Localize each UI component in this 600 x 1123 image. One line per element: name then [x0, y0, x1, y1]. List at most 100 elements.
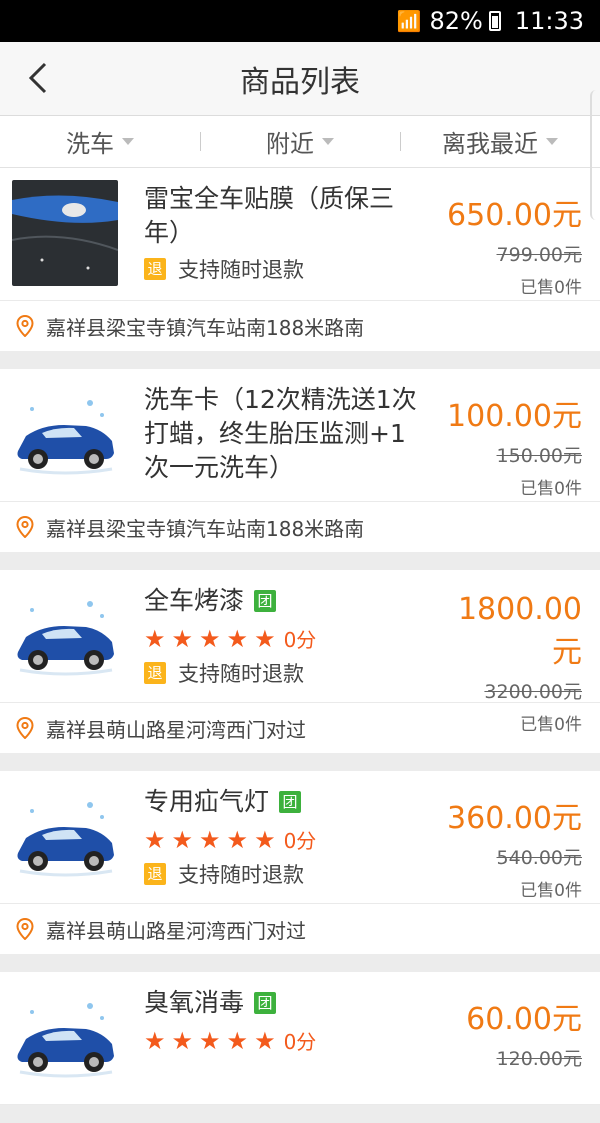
product-main[interactable]: 臭氧消毒团 ★★★★★ 0分 60.00元 120.00元: [0, 972, 600, 1105]
product-name-text: 专用疝气灯: [144, 787, 270, 816]
caret-down-icon: [122, 138, 134, 145]
product-main[interactable]: 洗车卡（12次精洗送1次打蜡，终生胎压监测+1次一元洗车） 100.00元 15…: [0, 369, 600, 502]
product-name-text: 洗车卡（12次精洗送1次打蜡，终生胎压监测+1次一元洗车）: [144, 385, 417, 482]
car-image-icon: [12, 783, 118, 889]
refund-badge: 退: [144, 863, 166, 885]
current-price: 360.00元: [447, 801, 582, 836]
product-info: 洗车卡（12次精洗送1次打蜡，终生胎压监测+1次一元洗车）: [118, 369, 430, 501]
caret-down-icon: [546, 138, 558, 145]
caret-down-icon: [322, 138, 334, 145]
refund-policy: 退 支持随时退款: [144, 254, 430, 284]
group-buy-badge: 团: [254, 992, 277, 1014]
refund-policy: 退 支持随时退款: [144, 658, 430, 688]
product-name-text: 雷宝全车贴膜（质保三年）: [144, 184, 395, 247]
back-button[interactable]: [18, 58, 58, 98]
wifi-icon: 📶: [396, 9, 422, 33]
chevron-left-icon: [28, 62, 47, 94]
product-name: 臭氧消毒团: [144, 986, 430, 1020]
filter-sort[interactable]: 离我最近: [400, 124, 600, 159]
product-card[interactable]: 全车烤漆团 ★★★★★ 0分 退 支持随时退款 1800.00元 3200.00元…: [0, 570, 600, 753]
original-price: 150.00元: [496, 445, 582, 467]
refund-text: 支持随时退款: [178, 258, 304, 282]
clock: 11:33: [514, 7, 584, 35]
filter-label: 附近: [266, 130, 314, 158]
battery-icon: [488, 11, 501, 31]
refund-text: 支持随时退款: [178, 662, 304, 686]
price-block: 650.00元 799.00元 已售0件: [430, 168, 600, 300]
star-icons: ★★★★★: [144, 625, 282, 653]
product-name: 雷宝全车贴膜（质保三年）: [144, 182, 430, 250]
original-price: 3200.00元: [484, 681, 582, 703]
address-text: 嘉祥县萌山路星河湾西门对过: [46, 918, 306, 943]
product-card[interactable]: 臭氧消毒团 ★★★★★ 0分 60.00元 120.00元: [0, 972, 600, 1105]
price-block: 360.00元 540.00元 已售0件: [430, 771, 600, 903]
filter-label: 洗车: [66, 130, 114, 158]
filter-bar: 洗车 附近 离我最近: [0, 116, 600, 168]
product-list: 雷宝全车贴膜（质保三年） 退 支持随时退款 650.00元 799.00元 已售…: [0, 168, 600, 1123]
page-title: 商品列表: [240, 64, 360, 100]
car-image-icon: [12, 984, 118, 1090]
star-icons: ★★★★★: [144, 1027, 282, 1055]
location-pin-icon: [16, 717, 34, 739]
product-info: 雷宝全车贴膜（质保三年） 退 支持随时退款: [118, 168, 430, 300]
original-price: 799.00元: [496, 244, 582, 266]
current-price: 1800.00元: [457, 592, 582, 670]
rating-stars: ★★★★★ 0分: [144, 624, 430, 654]
product-thumbnail: [12, 381, 118, 487]
film-image-icon: [12, 180, 118, 286]
address-text: 嘉祥县梁宝寺镇汽车站南188米路南: [46, 315, 365, 340]
current-price: 60.00元: [466, 1002, 582, 1037]
product-main[interactable]: 雷宝全车贴膜（质保三年） 退 支持随时退款 650.00元 799.00元 已售…: [0, 168, 600, 301]
rating-score: 0分: [283, 628, 317, 652]
filter-category[interactable]: 洗车: [0, 124, 200, 159]
product-thumbnail: [12, 180, 118, 286]
product-name: 专用疝气灯团: [144, 785, 430, 819]
current-price: 100.00元: [447, 399, 582, 434]
price-block: 100.00元 150.00元 已售0件: [430, 369, 600, 501]
address-text: 嘉祥县萌山路星河湾西门对过: [46, 717, 306, 742]
product-thumbnail: [12, 582, 118, 688]
product-thumbnail: [12, 984, 118, 1090]
price-block: 60.00元 120.00元: [430, 972, 600, 1104]
product-card[interactable]: 洗车卡（12次精洗送1次打蜡，终生胎压监测+1次一元洗车） 100.00元 15…: [0, 369, 600, 552]
address-row[interactable]: 嘉祥县萌山路星河湾西门对过: [0, 904, 600, 954]
refund-policy: 退 支持随时退款: [144, 859, 430, 889]
filter-area[interactable]: 附近: [200, 124, 400, 159]
location-pin-icon: [16, 315, 34, 337]
sold-count: 已售0件: [520, 479, 582, 499]
product-card[interactable]: 雷宝全车贴膜（质保三年） 退 支持随时退款 650.00元 799.00元 已售…: [0, 168, 600, 351]
product-info: 臭氧消毒团 ★★★★★ 0分: [118, 972, 430, 1104]
rating-stars: ★★★★★ 0分: [144, 1026, 430, 1056]
address-row[interactable]: 嘉祥县梁宝寺镇汽车站南188米路南: [0, 502, 600, 552]
rating-score: 0分: [283, 829, 317, 853]
product-info: 全车烤漆团 ★★★★★ 0分 退 支持随时退款: [118, 570, 430, 702]
refund-badge: 退: [144, 662, 166, 684]
product-name-text: 臭氧消毒: [144, 988, 245, 1017]
product-name: 全车烤漆团: [144, 584, 430, 618]
rating-stars: ★★★★★ 0分: [144, 825, 430, 855]
rating-score: 0分: [283, 1030, 317, 1054]
group-buy-badge: 团: [279, 791, 302, 813]
product-card[interactable]: 专用疝气灯团 ★★★★★ 0分 退 支持随时退款 360.00元 540.00元 …: [0, 771, 600, 954]
battery-percent: 82%: [429, 7, 483, 35]
group-buy-badge: 团: [254, 590, 277, 612]
car-image-icon: [12, 381, 118, 487]
address-row[interactable]: 嘉祥县梁宝寺镇汽车站南188米路南: [0, 301, 600, 351]
refund-badge: 退: [144, 258, 166, 280]
scroll-indicator: [590, 90, 600, 220]
nav-bar: 商品列表: [0, 42, 600, 116]
product-name: 洗车卡（12次精洗送1次打蜡，终生胎压监测+1次一元洗车）: [144, 383, 430, 485]
car-image-icon: [12, 582, 118, 688]
product-info: 专用疝气灯团 ★★★★★ 0分 退 支持随时退款: [118, 771, 430, 903]
sold-count: 已售0件: [520, 278, 582, 298]
filter-label: 离我最近: [442, 130, 538, 158]
address-text: 嘉祥县梁宝寺镇汽车站南188米路南: [46, 516, 365, 541]
status-bar: 📶 82% 11:33: [0, 0, 600, 42]
star-icons: ★★★★★: [144, 826, 282, 854]
product-main[interactable]: 全车烤漆团 ★★★★★ 0分 退 支持随时退款 1800.00元 3200.00元…: [0, 570, 600, 735]
location-pin-icon: [16, 918, 34, 940]
current-price: 650.00元: [447, 198, 582, 233]
product-main[interactable]: 专用疝气灯团 ★★★★★ 0分 退 支持随时退款 360.00元 540.00元 …: [0, 771, 600, 904]
refund-text: 支持随时退款: [178, 863, 304, 887]
price-block: 1800.00元 3200.00元 已售0件: [430, 570, 600, 735]
